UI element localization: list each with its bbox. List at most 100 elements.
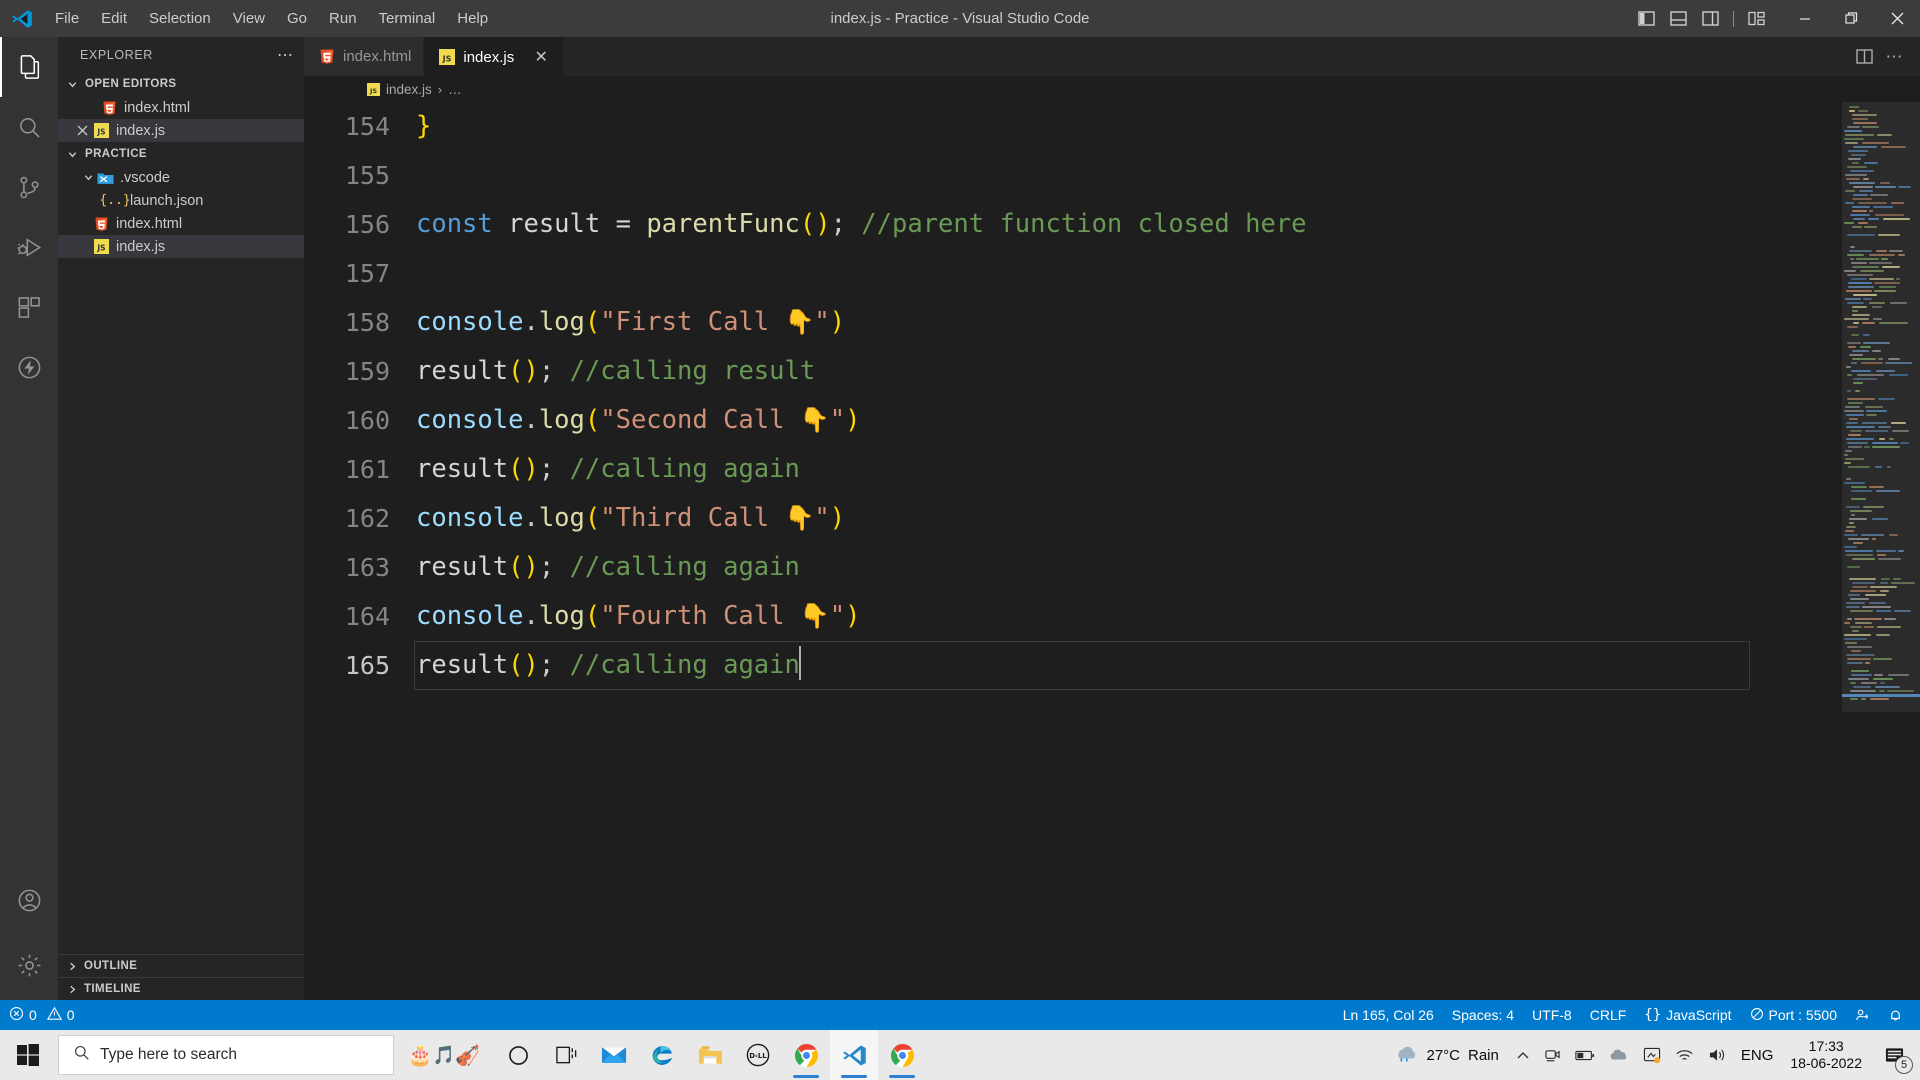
tab-index-html[interactable]: index.html	[304, 37, 425, 76]
tree-item-index-js[interactable]: JS index.js	[58, 235, 304, 258]
webcam-icon[interactable]	[1537, 1030, 1568, 1080]
menu-terminal[interactable]: Terminal	[368, 0, 447, 37]
toggle-primary-sidebar-icon[interactable]	[1631, 4, 1661, 34]
code-line[interactable]: 155	[304, 151, 1828, 200]
line-content[interactable]: result(); //calling result	[416, 347, 1828, 396]
manage-gear-icon[interactable]	[0, 930, 58, 1000]
tab-index-js[interactable]: JS index.js ✕	[424, 37, 565, 76]
onedrive-icon[interactable]	[1602, 1030, 1636, 1080]
close-editor-icon[interactable]	[72, 124, 92, 137]
file-explorer-icon[interactable]	[686, 1030, 734, 1080]
code-line[interactable]: 156 const result = parentFunc(); //parent…	[304, 200, 1828, 249]
open-editor-index-html[interactable]: index.html	[58, 96, 304, 119]
activity-run-debug-icon[interactable]	[0, 217, 58, 277]
status-eol[interactable]: CRLF	[1581, 1000, 1636, 1030]
close-button[interactable]	[1874, 0, 1920, 37]
panel-timeline[interactable]: TIMELINE	[58, 977, 304, 1000]
editor-more-actions-icon[interactable]: ⋯	[1880, 43, 1908, 71]
status-cursor-position[interactable]: Ln 165, Col 26	[1334, 1000, 1443, 1030]
open-editor-index-js[interactable]: JS index.js	[58, 119, 304, 142]
menu-edit[interactable]: Edit	[90, 0, 138, 37]
menu-help[interactable]: Help	[446, 0, 499, 37]
line-content[interactable]: console.log("Fourth Call 👇")	[416, 592, 1828, 641]
activity-extensions-icon[interactable]	[0, 277, 58, 337]
input-language-indicator[interactable]: ENG	[1734, 1030, 1781, 1080]
windows-start-icon[interactable]	[0, 1030, 56, 1080]
taskbar-clock[interactable]: 17:33 18-06-2022	[1780, 1030, 1872, 1080]
visual-studio-code-icon[interactable]	[830, 1030, 878, 1080]
sidebar-more-actions-icon[interactable]: ⋯	[277, 45, 294, 65]
tree-item-vscode-folder[interactable]: .vscode	[58, 166, 304, 189]
code-line[interactable]: 158 console.log("First Call 👇")	[304, 298, 1828, 347]
status-language-mode[interactable]: {} JavaScript	[1635, 1000, 1740, 1030]
activity-explorer-icon[interactable]	[0, 37, 58, 97]
status-live-server[interactable]: Port : 5500	[1741, 1000, 1847, 1030]
minimize-button[interactable]	[1782, 0, 1828, 37]
line-content[interactable]: console.log("First Call 👇")	[416, 298, 1828, 347]
line-content[interactable]: result(); //calling again	[416, 543, 1828, 592]
menu-selection[interactable]: Selection	[138, 0, 222, 37]
menu-file[interactable]: File	[44, 0, 90, 37]
menu-run[interactable]: Run	[318, 0, 368, 37]
minimap[interactable]	[1842, 102, 1920, 1000]
code-line[interactable]: 162 console.log("Third Call 👇")	[304, 494, 1828, 543]
volume-icon[interactable]	[1701, 1030, 1734, 1080]
line-content[interactable]: const result = parentFunc(); //parent fu…	[416, 200, 1828, 249]
activity-search-icon[interactable]	[0, 97, 58, 157]
breadcrumb-item-file[interactable]: JS index.js	[366, 81, 432, 97]
line-content[interactable]: result(); //calling again	[416, 445, 1828, 494]
menu-view[interactable]: View	[222, 0, 276, 37]
code-line[interactable]: 160 console.log("Second Call 👇")	[304, 396, 1828, 445]
toggle-panel-icon[interactable]	[1663, 4, 1693, 34]
tab-close-icon[interactable]: ✕	[531, 47, 551, 67]
maximize-button[interactable]	[1828, 0, 1874, 37]
code-scroll-area[interactable]: 154} 155 156 const result = parentFunc(); /…	[304, 102, 1828, 1000]
action-center-icon[interactable]: 5	[1872, 1030, 1916, 1080]
line-content[interactable]: result(); //calling again	[416, 641, 1828, 690]
line-content[interactable]: console.log("Third Call 👇")	[416, 494, 1828, 543]
accounts-icon[interactable]	[0, 870, 58, 930]
section-practice[interactable]: PRACTICE	[58, 142, 304, 166]
tree-item-index-html[interactable]: index.html	[58, 212, 304, 235]
microsoft-edge-icon[interactable]	[638, 1030, 686, 1080]
cortana-icon[interactable]	[494, 1030, 542, 1080]
customize-layout-icon[interactable]	[1742, 4, 1772, 34]
intel-graphics-icon[interactable]	[1636, 1030, 1668, 1080]
code-editor[interactable]: 154} 155 156 const result = parentFunc(); /…	[304, 102, 1920, 1000]
activity-live-share-icon[interactable]	[0, 337, 58, 397]
menu-go[interactable]: Go	[276, 0, 318, 37]
show-hidden-icons-chevron-icon[interactable]	[1509, 1030, 1537, 1080]
status-encoding[interactable]: UTF-8	[1523, 1000, 1581, 1030]
dell-icon[interactable]: D‹LL	[734, 1030, 782, 1080]
code-line[interactable]: 161 result(); //calling again	[304, 445, 1828, 494]
status-problems[interactable]: 0 0	[0, 1000, 84, 1030]
code-line[interactable]: 165 result(); //calling again	[304, 641, 1828, 690]
code-line[interactable]: 163 result(); //calling again	[304, 543, 1828, 592]
toggle-secondary-sidebar-icon[interactable]	[1695, 4, 1725, 34]
weather-widget[interactable]: 27°C Rain	[1386, 1030, 1508, 1080]
google-chrome-icon-2[interactable]	[878, 1030, 926, 1080]
code-line[interactable]: 154}	[304, 102, 1828, 151]
google-chrome-icon[interactable]	[782, 1030, 830, 1080]
breadcrumb-item-symbol[interactable]: …	[448, 82, 462, 97]
task-view-icon[interactable]	[542, 1030, 590, 1080]
status-remote-window-icon[interactable]	[1846, 1000, 1879, 1030]
code-line[interactable]: 157	[304, 249, 1828, 298]
line-content[interactable]: console.log("Second Call 👇")	[416, 396, 1828, 445]
tree-item-launch-json[interactable]: {..} launch.json	[58, 189, 304, 212]
code-token: "	[814, 307, 830, 337]
taskbar-search-input[interactable]: Type here to search	[58, 1035, 394, 1075]
battery-icon[interactable]	[1568, 1030, 1602, 1080]
code-line[interactable]: 159 result(); //calling result	[304, 347, 1828, 396]
split-editor-right-icon[interactable]	[1850, 43, 1878, 71]
section-open-editors[interactable]: OPEN EDITORS	[58, 72, 304, 96]
panel-outline[interactable]: OUTLINE	[58, 954, 304, 977]
line-content[interactable]: }	[416, 102, 1828, 151]
status-indentation[interactable]: Spaces: 4	[1443, 1000, 1523, 1030]
status-notifications-bell-icon[interactable]	[1879, 1000, 1912, 1030]
activity-source-control-icon[interactable]	[0, 157, 58, 217]
mail-icon[interactable]	[590, 1030, 638, 1080]
code-line[interactable]: 164 console.log("Fourth Call 👇")	[304, 592, 1828, 641]
minimap-slider[interactable]	[1842, 102, 1920, 712]
wifi-icon[interactable]	[1668, 1030, 1701, 1080]
